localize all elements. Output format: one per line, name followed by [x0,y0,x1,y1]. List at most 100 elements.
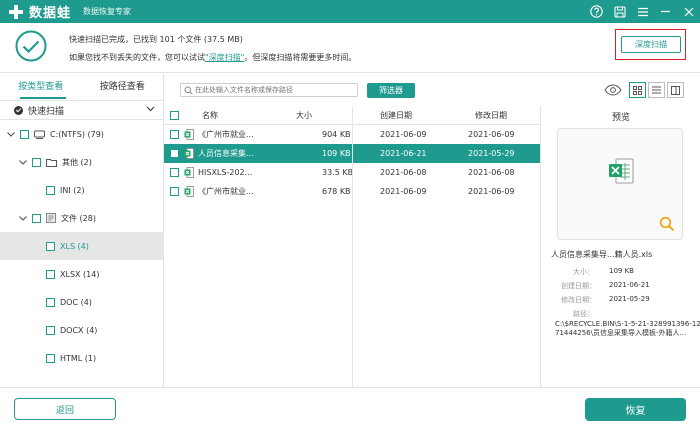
tree-item[interactable]: 文件 (28) [0,204,163,232]
tab-by-path[interactable]: 按路径查看 [82,74,164,100]
file-size: 904 KB [322,130,351,139]
view-tabs: 按类型查看 按路径查看 [0,74,163,100]
deep-scan-hint: 如果您找不到丢失的文件，您可以试试"深度扫描"。但深度扫描将需要更多时间。 [69,52,356,63]
row-checkbox[interactable] [170,130,179,139]
tree-item[interactable]: 其他 (2) [0,148,163,176]
expand-chevron-icon[interactable] [18,214,28,223]
tree-item-label: XLS (4) [60,241,89,251]
window-controls [585,0,700,23]
hint-prefix: 如果您找不到丢失的文件，您可以试试 [69,53,205,62]
folder-icon [46,158,57,167]
tree-item-label: HTML (1) [60,353,97,363]
save-icon[interactable] [608,0,631,23]
document-icon [46,213,56,223]
column-modified-header[interactable]: 修改日期 [475,106,507,125]
tree-checkbox[interactable] [46,269,55,279]
help-icon[interactable] [585,0,608,23]
check-dot-icon [14,105,23,115]
quick-scan-selector[interactable]: 快速扫描 [0,100,163,120]
scan-status-panel: 快速扫描已完成，已找到 101 个文件 (37.5 MB) 如果您找不到丢失的文… [0,23,700,73]
file-name: HISXLS-202... [198,168,253,177]
tree-checkbox[interactable] [32,157,41,167]
brand-name: 数据蛙 [29,6,72,21]
file-table: 名称 大小 创建日期 修改日期 《广州市就业... 904 KB 2021-06-0… [164,106,540,387]
grid-view-icon[interactable] [629,82,646,98]
select-all-checkbox[interactable] [170,111,179,120]
modified-date: 2021-05-29 [468,149,515,158]
scan-complete-check-icon [15,30,47,62]
file-size: 33.5 KB [322,168,354,177]
search-input[interactable] [195,84,355,96]
column-name-header[interactable]: 名称 [202,106,218,125]
menu-icon[interactable] [631,0,654,23]
tree-item[interactable]: XLSX (14) [0,260,163,288]
row-checkbox[interactable] [170,187,179,196]
created-value: 2021-06-21 [609,281,650,289]
file-name: 人员信息采集... [198,149,254,158]
tree-checkbox[interactable] [20,129,29,139]
file-size: 678 KB [322,187,351,196]
tree-item-label: DOC (4) [60,297,92,307]
modified-date: 2021-06-09 [468,187,515,196]
column-created-header[interactable]: 创建日期 [380,106,412,125]
deep-scan-button[interactable]: 深度扫描 [621,36,681,53]
path-label: 路径： [573,310,594,318]
brand-subtitle: 数据恢复专家 [83,7,132,16]
excel-file-icon [609,158,634,184]
xls-file-icon [184,125,197,144]
tree-item[interactable]: XLS (4) [0,232,163,260]
category-tree: C:(NTFS) (79) 其他 (2) INI (2) 文件 (28) XLS (4)… [0,120,163,372]
tree-item[interactable]: HTML (1) [0,344,163,372]
tree-item[interactable]: DOCX (4) [0,316,163,344]
tree-checkbox[interactable] [32,213,41,223]
tree-item-label: 其他 (2) [62,157,92,167]
row-checkbox[interactable] [170,168,179,177]
xls-file-icon [184,144,197,163]
column-divider [352,106,353,387]
category-sidebar: 按类型查看 按路径查看 快速扫描 C:(NTFS) (79) 其他 (2) INI … [0,74,164,387]
file-toolbar: 筛选器 [164,74,540,106]
preview-panel: 预览 人员信息采集导...籍人员.xls 大小： 109 KB 创建日期： 20… [540,106,700,387]
list-view-icon[interactable] [648,82,665,98]
minimize-icon[interactable] [654,0,677,23]
zoom-icon[interactable] [659,216,675,232]
tree-item[interactable]: DOC (4) [0,288,163,316]
back-button[interactable]: 返回 [14,398,116,420]
tree-item[interactable]: INI (2) [0,176,163,204]
title-bar: 数据蛙 数据恢复专家 [0,0,700,23]
tree-checkbox[interactable] [46,185,55,195]
chevron-down-icon [146,105,155,115]
tree-item-label: XLSX (14) [60,269,100,279]
hint-suffix: 。但深度扫描将需要更多时间。 [244,53,357,62]
tree-checkbox[interactable] [46,325,55,335]
file-name: 《广州市就业... [198,187,254,196]
tree-item-label: 文件 (28) [61,213,96,223]
eye-icon[interactable] [604,84,622,99]
preview-title: 预览 [611,113,630,123]
modified-label: 修改日期： [561,296,596,304]
filter-button[interactable]: 筛选器 [367,83,415,98]
file-size: 109 KB [322,149,351,158]
drive-icon [34,130,45,139]
column-size-header[interactable]: 大小 [296,106,312,125]
expand-chevron-icon[interactable] [6,130,16,139]
preview-pane-icon[interactable] [667,82,684,98]
footer-bar: 返回 恢复 [0,387,700,436]
tree-checkbox[interactable] [46,297,55,307]
created-date: 2021-06-09 [380,130,427,139]
row-checkbox[interactable] [170,149,179,158]
quick-scan-label: 快速扫描 [28,106,65,117]
tree-item[interactable]: C:(NTFS) (79) [0,120,163,148]
tree-item-label: C:(NTFS) (79) [50,129,104,139]
file-name: 《广州市就业... [198,130,254,139]
preview-file-name: 人员信息采集导...籍人员.xls [551,250,653,259]
recover-button[interactable]: 恢复 [585,398,686,421]
modified-date: 2021-06-08 [468,168,515,177]
tree-checkbox[interactable] [46,353,55,363]
close-icon[interactable] [677,0,700,23]
expand-chevron-icon[interactable] [18,158,28,167]
tree-checkbox[interactable] [46,241,55,251]
size-value: 109 KB [609,267,634,275]
active-tab-indicator [20,97,66,99]
deep-scan-link[interactable]: "深度扫描" [205,53,244,62]
